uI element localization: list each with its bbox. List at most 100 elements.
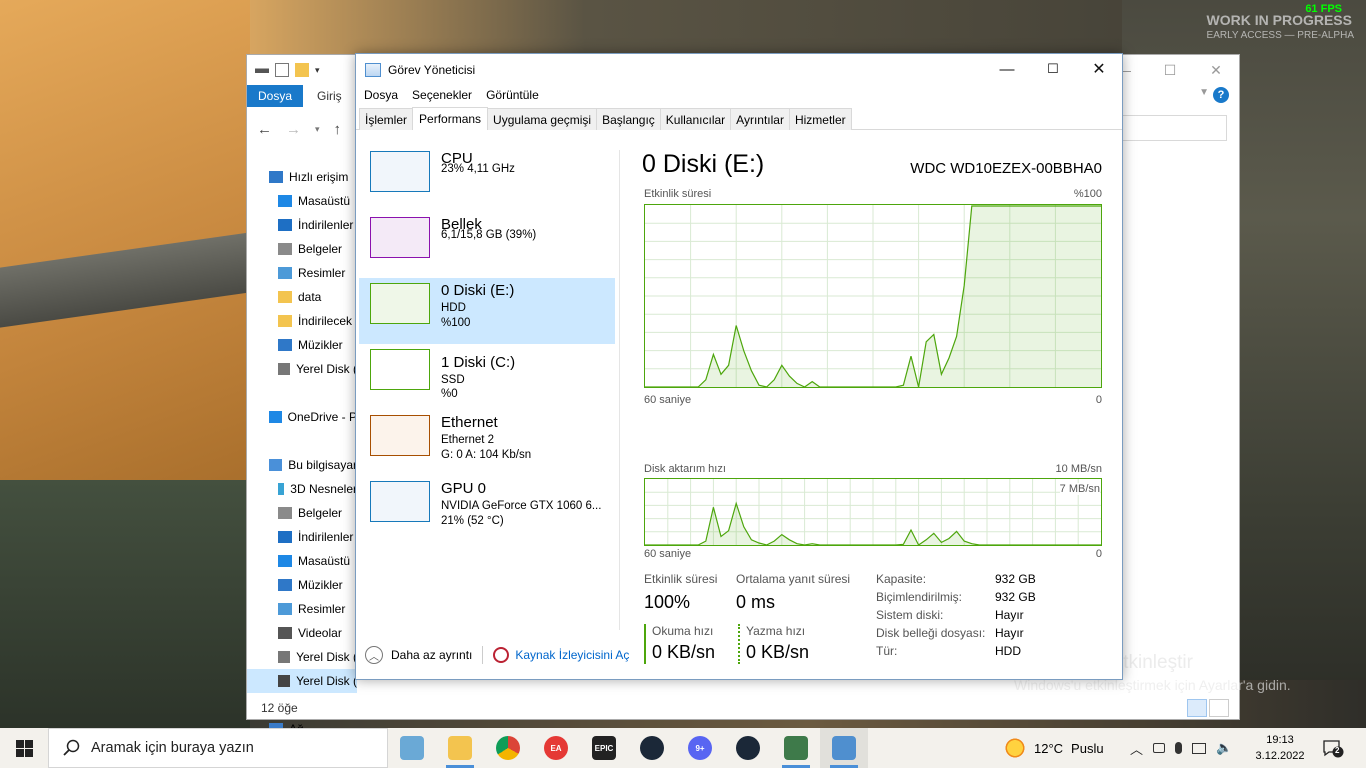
tab-services[interactable]: Hizmetler <box>788 108 852 130</box>
taskbar-search-box[interactable]: Aramak için buraya yazın <box>48 728 388 768</box>
details-view-button[interactable] <box>1187 699 1207 717</box>
nav-pane-item[interactable]: İndirilenler <box>247 525 357 549</box>
desktop-background: 61 FPS WORK IN PROGRESS EARLY ACCESS — P… <box>0 0 1366 728</box>
disk-model: WDC WD10EZEX-00BBHA0 <box>910 160 1102 177</box>
up-arrow-icon[interactable]: ↑ <box>334 121 342 138</box>
folder-icon <box>278 315 292 327</box>
device-item[interactable]: CPU 23% 4,11 GHz <box>359 146 615 212</box>
camera-icon[interactable] <box>1153 743 1166 753</box>
desktop-icon <box>278 195 292 207</box>
maximize-button[interactable]: ☐ <box>1030 54 1076 84</box>
explorer-search-box[interactable] <box>1119 115 1227 141</box>
explorer-maximize-button[interactable]: ☐ <box>1147 55 1193 85</box>
menu-file[interactable]: Dosya <box>364 88 398 102</box>
menu-view[interactable]: Görüntüle <box>486 88 539 102</box>
nav-pane-item-label: Yerel Disk ( <box>296 362 357 376</box>
taskbar-app-button[interactable] <box>388 728 436 768</box>
device-item[interactable]: Bellek 6,1/15,8 GB (39%) <box>359 212 615 278</box>
music-icon <box>278 339 292 351</box>
nav-pane-item[interactable]: Resimler <box>247 597 357 621</box>
device-thumbnail-graph <box>370 481 430 522</box>
taskbar-app-button[interactable]: EA <box>532 728 580 768</box>
show-hidden-icons-chevron-icon[interactable]: ︿ <box>1130 739 1143 758</box>
nav-pane-item[interactable]: Bu bilgisayar <box>247 453 357 477</box>
nav-pane-item[interactable]: OneDrive - P <box>247 405 357 429</box>
menu-options[interactable]: Seçenekler <box>412 88 472 102</box>
taskbar-app-button[interactable] <box>820 728 868 768</box>
nav-pane-item[interactable]: Masaüstü <box>247 549 357 573</box>
fewer-details-link[interactable]: Daha az ayrıntı <box>391 648 472 662</box>
explorer-view-switch <box>1187 699 1229 717</box>
tab-startup[interactable]: Başlangıç <box>596 108 661 130</box>
properties-icon[interactable] <box>275 63 289 77</box>
taskbar-app-button[interactable] <box>436 728 484 768</box>
nav-pane-item[interactable]: Masaüstü <box>247 189 357 213</box>
notification-center-icon[interactable]: 2 <box>1322 738 1344 758</box>
back-arrow-icon[interactable]: ← <box>257 121 272 138</box>
nav-pane-item[interactable]: Ağ <box>247 717 357 728</box>
taskbar-app-icon-text: EPIC <box>594 743 614 753</box>
explorer-close-button[interactable]: ✕ <box>1193 55 1239 85</box>
nav-pane-item-label: Resimler <box>298 602 346 616</box>
tab-processes[interactable]: İşlemler <box>359 108 414 130</box>
help-icon[interactable]: ? <box>1213 87 1229 103</box>
tab-performance[interactable]: Performans <box>412 107 489 130</box>
nav-pane-item[interactable]: Resimler <box>247 261 357 285</box>
chevron-up-icon[interactable]: ︿ <box>365 646 383 664</box>
start-button[interactable] <box>0 728 48 768</box>
transfer-graph-max: 10 MB/sn <box>1055 463 1102 475</box>
nav-pane-item[interactable]: Videolar <box>247 621 357 645</box>
tab-app-history[interactable]: Uygulama geçmişi <box>487 108 598 130</box>
tab-details[interactable]: Ayrıntılar <box>730 108 790 130</box>
taskbar-app-button[interactable] <box>484 728 532 768</box>
forward-arrow-icon[interactable]: → <box>286 121 301 138</box>
resource-monitor-icon[interactable] <box>493 647 510 663</box>
nav-pane-item[interactable]: data <box>247 285 357 309</box>
taskbar-app-button[interactable]: 9+ <box>676 728 724 768</box>
device-item[interactable]: Ethernet Ethernet 2 G: 0 A: 104 Kb/sn <box>359 410 615 476</box>
explorer-tab-home[interactable]: Giriş <box>317 89 342 103</box>
network-icon[interactable] <box>1192 742 1207 754</box>
ribbon-expand-icon[interactable]: ▼ <box>1199 87 1209 98</box>
microphone-icon[interactable] <box>1175 742 1183 754</box>
nav-pane-item[interactable]: İndirilecek <box>247 309 357 333</box>
nav-pane-item[interactable]: Yerel Disk ( <box>247 669 357 693</box>
nav-pane-item-label: Bu bilgisayar <box>288 458 357 472</box>
nav-pane-item[interactable]: 3D Nesneler <box>247 477 357 501</box>
device-item[interactable]: 1 Diski (C:) SSD %0 <box>359 344 615 410</box>
open-resource-monitor-link[interactable]: Kaynak İzleyicisini Aç <box>515 648 629 662</box>
activity-graph-min: 0 <box>1095 394 1102 406</box>
transfer-graph-marker: 7 MB/sn <box>1059 483 1100 495</box>
device-item[interactable]: GPU 0 NVIDIA GeForce GTX 1060 6... 21% (52… <box>359 476 615 542</box>
large-icons-view-button[interactable] <box>1209 699 1229 717</box>
taskbar-app-button[interactable]: EPIC <box>580 728 628 768</box>
property-value: 932 GB <box>995 572 1036 586</box>
nav-pane-item[interactable]: Yerel Disk ( <box>247 645 357 669</box>
explorer-tab-file[interactable]: Dosya <box>247 85 303 107</box>
clock[interactable]: 19:13 3.12.2022 <box>1252 732 1308 764</box>
task-manager-icon <box>365 62 381 77</box>
device-item[interactable]: 0 Diski (E:) HDD %100 <box>359 278 615 344</box>
activity-time-graph <box>644 204 1102 388</box>
taskbar-app-button[interactable] <box>628 728 676 768</box>
close-button[interactable]: ✕ <box>1076 54 1122 84</box>
property-value: 932 GB <box>995 590 1036 604</box>
nav-pane-item[interactable]: İndirilenler <box>247 213 357 237</box>
taskbar-app-list: EA EPIC 9+ <box>388 728 868 768</box>
recent-locations-icon[interactable]: ▾ <box>315 124 320 135</box>
weather-widget[interactable]: 12°C Puslu <box>1004 728 1104 768</box>
new-folder-icon[interactable] <box>295 63 309 77</box>
nav-pane-spacer <box>247 429 357 453</box>
taskbar-app-button[interactable] <box>772 728 820 768</box>
nav-pane-item[interactable]: Belgeler <box>247 237 357 261</box>
tab-users[interactable]: Kullanıcılar <box>659 108 732 130</box>
nav-pane-item[interactable]: Hızlı erişim <box>247 165 357 189</box>
quick-access-dropdown-icon[interactable]: ▾ <box>315 65 320 76</box>
taskbar-app-button[interactable] <box>724 728 772 768</box>
nav-pane-item[interactable]: Yerel Disk ( <box>247 357 357 381</box>
nav-pane-item[interactable]: Müzikler <box>247 333 357 357</box>
minimize-button[interactable]: — <box>984 54 1030 84</box>
nav-pane-item[interactable]: Müzikler <box>247 573 357 597</box>
nav-pane-item[interactable]: Belgeler <box>247 501 357 525</box>
volume-icon[interactable]: 🔈 <box>1216 740 1232 756</box>
